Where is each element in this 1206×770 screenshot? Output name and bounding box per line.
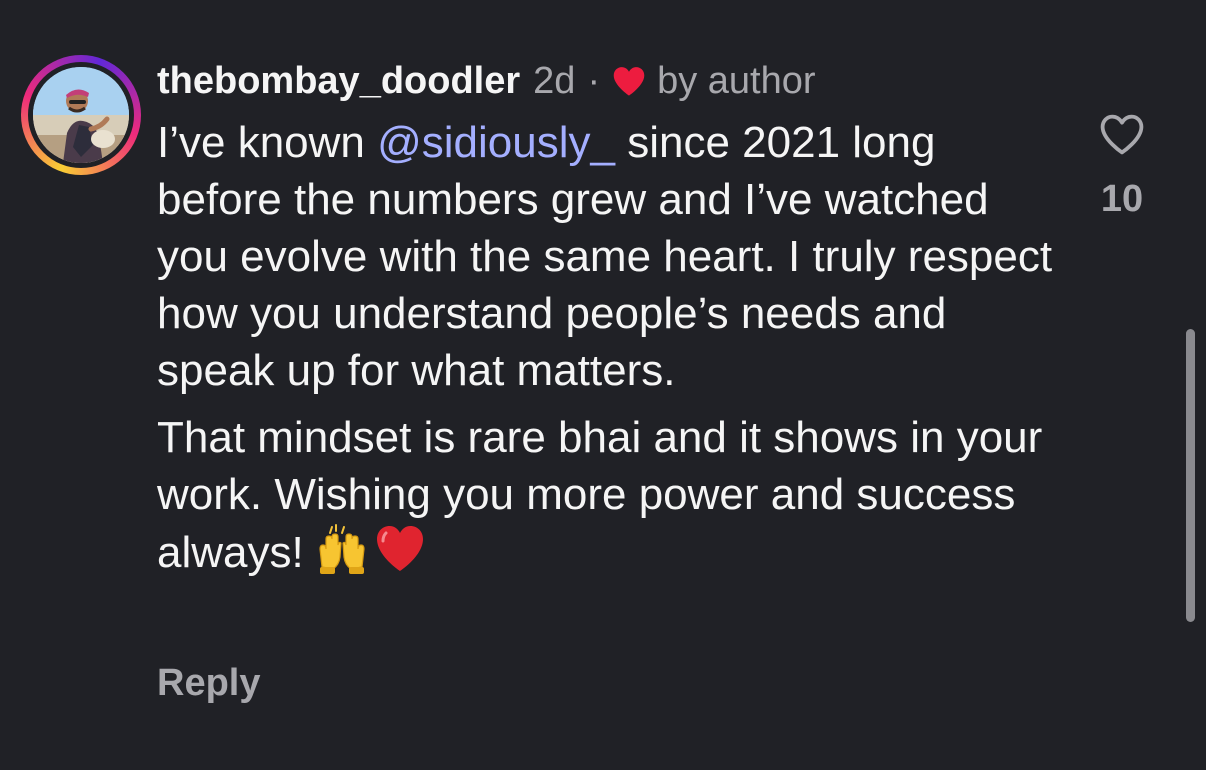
like-count: 10 [1100, 178, 1144, 220]
comment-meta: thebombay_doodler 2d · by author [157, 56, 816, 106]
comment-text-before-mention: I’ve known [157, 118, 378, 167]
username-link[interactable]: thebombay_doodler [157, 60, 520, 103]
mention-link[interactable]: @sidiously_ [377, 118, 615, 167]
scrollbar[interactable] [1186, 329, 1195, 622]
raising-hands-emoji [319, 524, 365, 574]
red-heart-icon [613, 67, 645, 96]
avatar-ring-gap [28, 62, 134, 168]
heart-outline-icon[interactable] [1098, 112, 1146, 156]
comment-text-second: That mindset is rare bhai and it shows i… [157, 413, 1043, 577]
avatar-photo [33, 67, 129, 163]
reply-button[interactable]: Reply [157, 662, 260, 705]
meta-separator: · [587, 59, 601, 102]
comment-paragraph-1: I’ve known @sidiously_ since 2021 long b… [157, 114, 1057, 399]
red-heart-emoji [376, 526, 423, 571]
liked-by-author-label: by author [657, 59, 816, 102]
avatar[interactable] [21, 55, 141, 175]
like-column: 10 [1090, 112, 1154, 221]
comment-text: I’ve known @sidiously_ since 2021 long b… [157, 114, 1057, 581]
comment-paragraph-2: That mindset is rare bhai and it shows i… [157, 409, 1057, 581]
comment-timestamp: 2d [533, 59, 576, 102]
